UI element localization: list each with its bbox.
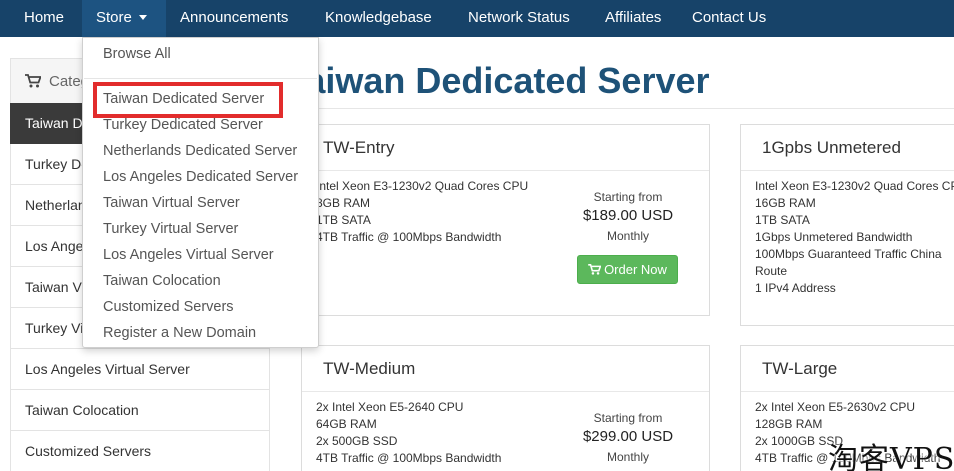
menu-item-customized-servers[interactable]: Customized Servers [103, 297, 234, 317]
product-feature: 64GB RAM [316, 417, 377, 431]
store-dropdown-menu: Browse All Taiwan Dedicated Server Turke… [82, 37, 319, 348]
shopping-cart-icon [588, 264, 602, 275]
starting-from-label: Starting from [593, 190, 663, 204]
billing-cycle: Monthly [606, 450, 650, 464]
price-value: $299.00 USD [582, 428, 674, 445]
product-feature: 1TB SATA [316, 213, 371, 227]
product-feature: 1 IPv4 Address [755, 281, 836, 295]
product-feature: 2x 500GB SSD [316, 434, 398, 448]
product-feature: 4TB Traffic @ 100Mbps Bandwidth [316, 451, 502, 465]
product-feature: 1Gbps Unmetered Bandwidth [755, 230, 913, 244]
top-navbar: Home Store Announcements Knowledgebase N… [0, 0, 954, 37]
chevron-down-icon [138, 14, 147, 20]
menu-item-netherlands-dedicated[interactable]: Netherlands Dedicated Server [103, 141, 297, 161]
menu-item-taiwan-colocation[interactable]: Taiwan Colocation [103, 271, 221, 291]
watermark: 淘客VPS [828, 442, 954, 471]
sidebar-item-los-angeles-virtual[interactable]: Los Angeles Virtual Server [10, 349, 270, 390]
product-feature: 2x Intel Xeon E5-2630v2 CPU [755, 400, 916, 414]
menu-item-taiwan-virtual[interactable]: Taiwan Virtual Server [103, 193, 240, 213]
product-feature: Route [755, 264, 788, 278]
product-name: TW-Entry [302, 125, 709, 171]
product-name: 1Gpbs Unmetered [741, 125, 954, 171]
product-feature: 8GB RAM [316, 196, 371, 210]
product-feature: 2x Intel Xeon E5-2640 CPU [316, 400, 464, 414]
sidebar-item-customized-servers[interactable]: Customized Servers [10, 431, 270, 471]
product-name: TW-Medium [302, 346, 709, 392]
nav-store-label: Store [96, 9, 132, 26]
page-title: Taiwan Dedicated Server [286, 60, 710, 101]
nav-announcements[interactable]: Announcements [180, 0, 288, 37]
title-divider [300, 108, 954, 109]
menu-item-los-angeles-virtual[interactable]: Los Angeles Virtual Server [103, 245, 274, 265]
menu-item-browse-all[interactable]: Browse All [103, 44, 171, 64]
product-feature: 1TB SATA [755, 213, 810, 227]
menu-item-turkey-dedicated[interactable]: Turkey Dedicated Server [103, 115, 263, 135]
product-card-1gpbs-unmetered: 1Gpbs Unmetered Intel Xeon E3-1230v2 Qua… [740, 124, 954, 326]
nav-knowledgebase[interactable]: Knowledgebase [325, 0, 432, 37]
menu-item-los-angeles-dedicated[interactable]: Los Angeles Dedicated Server [103, 167, 298, 187]
shopping-cart-icon [25, 73, 41, 88]
product-name: TW-Large [741, 346, 954, 392]
price-box: Starting from $189.00 USD Monthly [573, 189, 683, 245]
product-feature: 100Mbps Guaranteed Traffic China [755, 247, 942, 261]
nav-network-status[interactable]: Network Status [468, 0, 570, 37]
product-feature: Intel Xeon E3-1230v2 Quad Cores CPU [755, 179, 954, 193]
product-card-tw-entry: TW-Entry Intel Xeon E3-1230v2 Quad Cores… [301, 124, 710, 316]
order-now-label: Order Now [604, 262, 667, 277]
product-feature: 128GB RAM [755, 417, 823, 431]
nav-contact-us[interactable]: Contact Us [692, 0, 766, 37]
product-feature: 4TB Traffic @ 100Mbps Bandwidth [316, 230, 502, 244]
menu-item-register-domain[interactable]: Register a New Domain [103, 323, 256, 343]
menu-item-turkey-virtual[interactable]: Turkey Virtual Server [103, 219, 238, 239]
product-card-tw-medium: TW-Medium 2x Intel Xeon E5-2640 CPU 64GB… [301, 345, 710, 471]
product-feature: 16GB RAM [755, 196, 816, 210]
sidebar-item-taiwan-colocation[interactable]: Taiwan Colocation [10, 390, 270, 431]
price-value: $189.00 USD [582, 207, 674, 224]
nav-store[interactable]: Store [82, 0, 166, 37]
product-feature: Intel Xeon E3-1230v2 Quad Cores CPU [316, 179, 529, 193]
billing-cycle: Monthly [606, 229, 650, 243]
starting-from-label: Starting from [593, 411, 663, 425]
nav-home[interactable]: Home [24, 0, 64, 37]
order-now-button[interactable]: Order Now [577, 255, 678, 284]
nav-affiliates[interactable]: Affiliates [605, 0, 661, 37]
price-box: Starting from $299.00 USD Monthly [573, 410, 683, 466]
highlight-box [93, 82, 283, 118]
menu-divider [84, 78, 317, 79]
